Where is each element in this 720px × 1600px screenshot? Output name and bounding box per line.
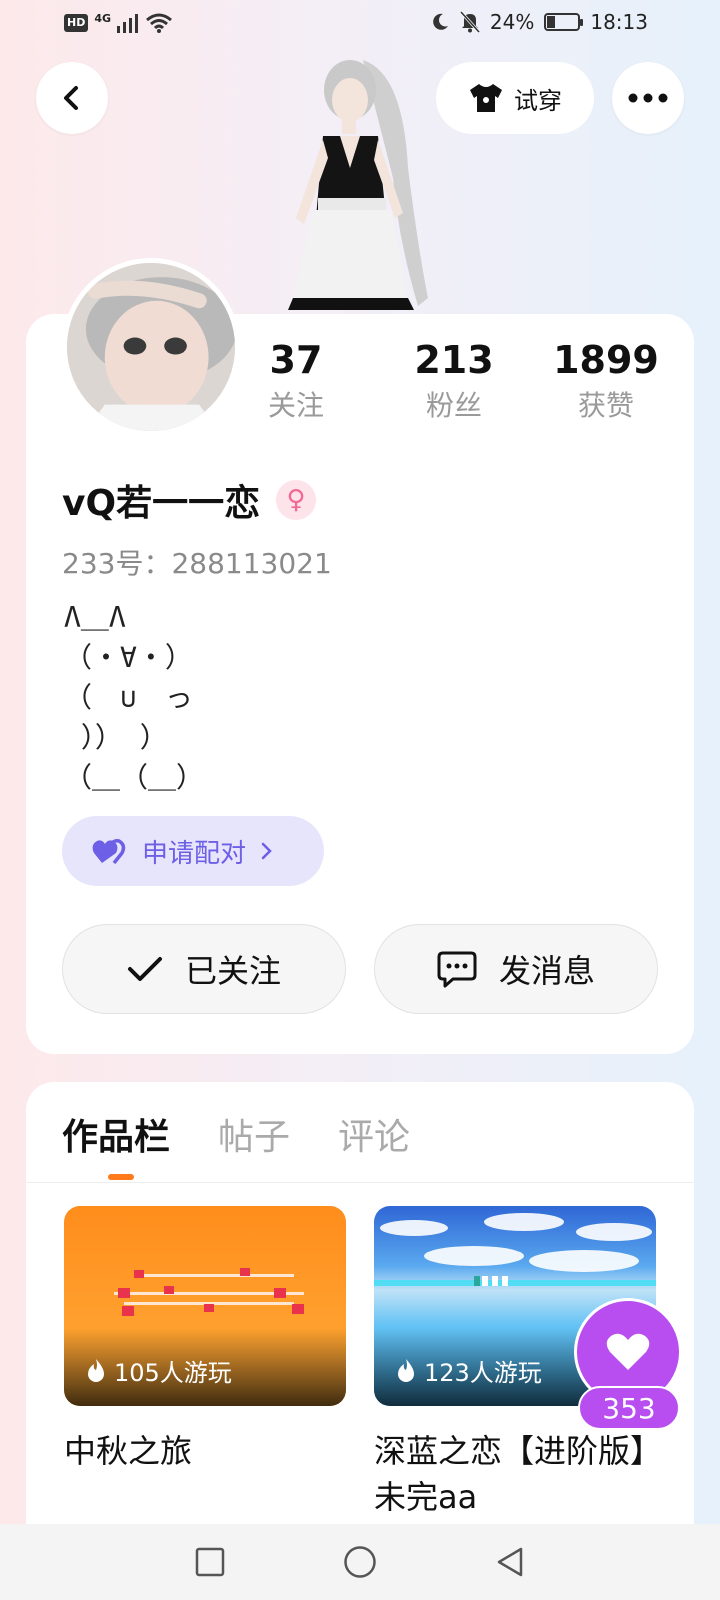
tab-posts[interactable]: 帖子 bbox=[218, 1108, 290, 1160]
clock: 18:13 bbox=[590, 10, 648, 34]
battery-icon bbox=[544, 13, 584, 31]
apply-pair-button[interactable]: 申请配对 bbox=[62, 816, 324, 886]
home-circle-icon[interactable] bbox=[343, 1545, 377, 1579]
stat-likes[interactable]: 1899 获赞 bbox=[536, 336, 676, 426]
moon-icon bbox=[433, 13, 448, 30]
send-message-label: 发消息 bbox=[498, 952, 595, 990]
tabs-divider bbox=[26, 1182, 694, 1183]
back-button[interactable] bbox=[36, 62, 108, 134]
check-icon bbox=[127, 957, 162, 981]
flame-icon bbox=[88, 1358, 104, 1382]
user-id: 233号：288113021 bbox=[62, 547, 332, 580]
username: vQ若一一恋 bbox=[62, 483, 261, 524]
active-tab-indicator bbox=[108, 1174, 134, 1180]
flame-icon bbox=[398, 1358, 414, 1382]
recents-square-icon[interactable] bbox=[195, 1547, 225, 1577]
tab-works[interactable]: 作品栏 bbox=[62, 1108, 170, 1160]
try-on-button[interactable]: 试穿 bbox=[436, 62, 594, 134]
favorite-count: 353 bbox=[578, 1386, 680, 1430]
username-row: vQ若一一恋 ♀ bbox=[62, 474, 317, 526]
profile-tabs: 作品栏 帖子 评论 bbox=[62, 1108, 410, 1160]
stat-label: 关注 bbox=[267, 389, 324, 422]
followed-button[interactable]: 已关注 bbox=[62, 924, 346, 1014]
stat-label: 粉丝 bbox=[425, 389, 482, 422]
double-heart-icon bbox=[92, 839, 126, 865]
mute-bell-icon bbox=[459, 11, 480, 33]
wifi-icon bbox=[146, 13, 172, 33]
apply-pair-label: 申请配对 bbox=[142, 838, 247, 869]
play-count: 123人游玩 bbox=[396, 1353, 542, 1388]
status-right: 24% 18:13 bbox=[430, 10, 648, 34]
network-type: 4G bbox=[94, 12, 112, 25]
send-message-button[interactable]: 发消息 bbox=[374, 924, 658, 1014]
stat-value: 213 bbox=[414, 338, 494, 382]
heart-icon bbox=[606, 1333, 650, 1370]
hd-badge: HD bbox=[64, 14, 89, 32]
battery-level bbox=[547, 16, 555, 28]
stat-value: 1899 bbox=[553, 338, 659, 382]
followed-label: 已关注 bbox=[184, 952, 281, 990]
work-thumbnail[interactable]: 105人游玩 bbox=[64, 1206, 346, 1406]
stat-following[interactable]: 37 关注 bbox=[226, 336, 366, 426]
tab-comments[interactable]: 评论 bbox=[338, 1108, 410, 1160]
stat-followers[interactable]: 213 粉丝 bbox=[384, 336, 524, 426]
work-title: 深蓝之恋【进阶版】未完aa bbox=[374, 1432, 647, 1516]
play-count: 105人游玩 bbox=[86, 1353, 232, 1388]
play-count-label: 105人游玩 bbox=[114, 1359, 232, 1387]
avatar-figure[interactable] bbox=[268, 48, 448, 316]
bio: Λ＿Λ （・∀・） （ ∪ っ ）） ） （＿（＿） bbox=[64, 601, 205, 794]
chat-bubble-icon bbox=[437, 951, 477, 988]
work-title: 中秋之旅 bbox=[64, 1432, 193, 1470]
system-nav-bar bbox=[0, 1524, 720, 1600]
status-bar: HD 4G 24% 18:13 bbox=[0, 0, 720, 50]
stat-label: 获赞 bbox=[577, 389, 634, 422]
try-on-label: 试穿 bbox=[514, 86, 562, 115]
more-button[interactable] bbox=[612, 62, 684, 134]
chevron-right-icon bbox=[261, 842, 272, 860]
stat-value: 37 bbox=[269, 338, 323, 382]
avatar[interactable] bbox=[62, 258, 240, 436]
status-left: HD 4G bbox=[64, 12, 173, 34]
chevron-left-icon bbox=[64, 86, 78, 110]
more-dots-icon bbox=[628, 93, 668, 103]
work-item[interactable]: 105人游玩 中秋之旅 bbox=[64, 1206, 346, 1474]
back-triangle-icon[interactable] bbox=[495, 1546, 525, 1578]
battery-percent: 24% bbox=[489, 10, 535, 34]
play-count-label: 123人游玩 bbox=[424, 1359, 542, 1387]
tshirt-icon bbox=[470, 84, 502, 112]
female-icon: ♀ bbox=[276, 480, 317, 520]
signal-icon bbox=[117, 14, 139, 33]
